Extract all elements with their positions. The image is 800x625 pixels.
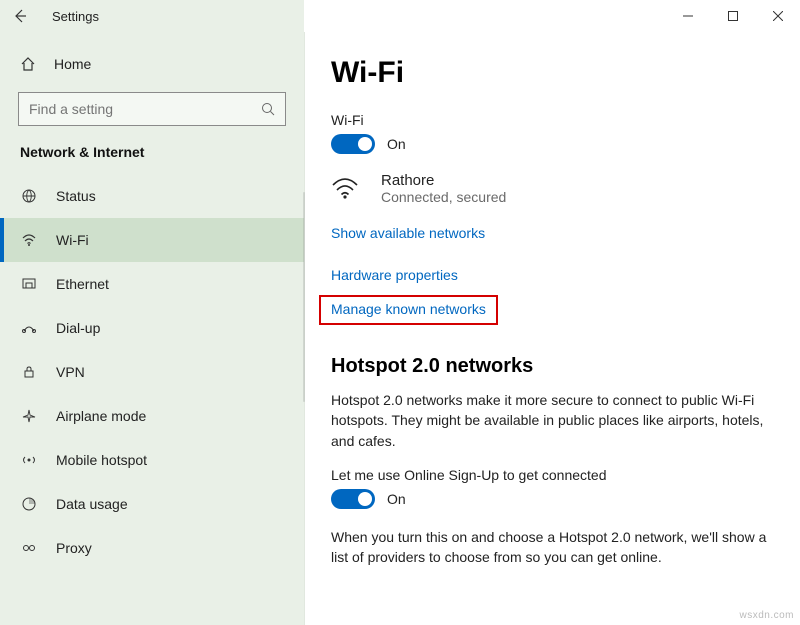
network-name: Rathore — [381, 172, 506, 189]
hotspot-description: Hotspot 2.0 networks make it more secure… — [331, 390, 771, 451]
search-input[interactable] — [29, 101, 261, 117]
show-available-networks-link[interactable]: Show available networks — [331, 225, 485, 241]
page-title: Wi-Fi — [331, 56, 774, 90]
ethernet-icon — [20, 276, 38, 292]
network-status: Connected, secured — [381, 189, 506, 205]
sidebar-item-label: Dial-up — [56, 320, 100, 336]
sidebar-item-wifi[interactable]: Wi-Fi — [0, 218, 304, 262]
home-icon — [20, 56, 36, 72]
manage-known-networks-link[interactable]: Manage known networks — [331, 301, 486, 317]
window-controls — [665, 0, 800, 32]
sidebar: Home Network & Internet Status Wi-Fi Eth… — [0, 32, 305, 625]
highlight-box: Manage known networks — [319, 295, 498, 325]
sidebar-item-label: VPN — [56, 364, 85, 380]
proxy-icon — [20, 540, 38, 556]
sidebar-item-label: Proxy — [56, 540, 92, 556]
dialup-icon — [20, 320, 38, 336]
window-title: Settings — [52, 9, 99, 24]
sidebar-item-status[interactable]: Status — [0, 174, 304, 218]
sidebar-item-label: Ethernet — [56, 276, 109, 292]
sidebar-item-label: Mobile hotspot — [56, 452, 147, 468]
sidebar-item-label: Status — [56, 188, 96, 204]
sidebar-home[interactable]: Home — [0, 42, 304, 86]
sidebar-home-label: Home — [54, 56, 91, 72]
minimize-button[interactable] — [665, 0, 710, 32]
sidebar-category: Network & Internet — [0, 140, 304, 174]
wifi-toggle-state: On — [387, 136, 406, 152]
hotspot-toggle-state: On — [387, 491, 406, 507]
sidebar-item-datausage[interactable]: Data usage — [0, 482, 304, 526]
hotspot-heading: Hotspot 2.0 networks — [331, 355, 774, 378]
sidebar-item-label: Data usage — [56, 496, 128, 512]
hotspot-description-2: When you turn this on and choose a Hotsp… — [331, 527, 771, 568]
search-box[interactable] — [18, 92, 286, 126]
data-usage-icon — [20, 496, 38, 512]
hotspot-toggle[interactable] — [331, 489, 375, 509]
search-icon — [261, 102, 275, 116]
sidebar-item-hotspot[interactable]: Mobile hotspot — [0, 438, 304, 482]
sidebar-item-label: Airplane mode — [56, 408, 146, 424]
sidebar-item-dialup[interactable]: Dial-up — [0, 306, 304, 350]
sidebar-item-label: Wi-Fi — [56, 232, 89, 248]
hardware-properties-link[interactable]: Hardware properties — [331, 267, 458, 283]
content-pane: Wi-Fi Wi-Fi On Rathore Connected, secure… — [305, 32, 800, 625]
wifi-icon — [20, 232, 38, 248]
hotspot-toggle-label: Let me use Online Sign-Up to get connect… — [331, 467, 774, 483]
current-network[interactable]: Rathore Connected, secured — [331, 172, 774, 205]
watermark: wsxdn.com — [739, 610, 794, 621]
hotspot-icon — [20, 452, 38, 468]
titlebar: Settings — [0, 0, 800, 32]
sidebar-item-ethernet[interactable]: Ethernet — [0, 262, 304, 306]
sidebar-item-vpn[interactable]: VPN — [0, 350, 304, 394]
back-button[interactable] — [0, 0, 40, 32]
maximize-button[interactable] — [710, 0, 755, 32]
close-button[interactable] — [755, 0, 800, 32]
wifi-toggle[interactable] — [331, 134, 375, 154]
vpn-icon — [20, 364, 38, 380]
status-icon — [20, 188, 38, 204]
airplane-icon — [20, 408, 38, 424]
sidebar-item-airplane[interactable]: Airplane mode — [0, 394, 304, 438]
wifi-section-label: Wi-Fi — [331, 112, 774, 128]
wifi-signal-icon — [331, 177, 359, 201]
sidebar-item-proxy[interactable]: Proxy — [0, 526, 304, 570]
